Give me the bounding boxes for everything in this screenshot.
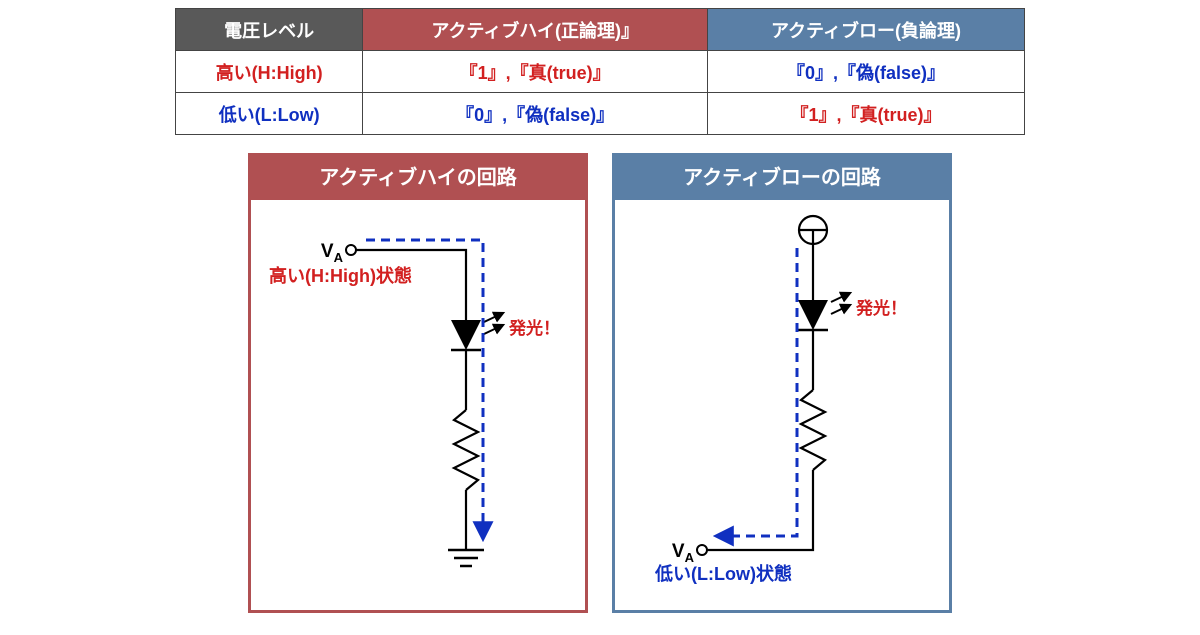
cell-level: 高い(H:High): [176, 51, 363, 93]
va-label: VA: [321, 241, 344, 265]
th-active-low: アクティブロー(負論理): [707, 9, 1024, 51]
table-row: 高い(H:High) 『1』,『真(true)』 『0』,『偽(false)』: [176, 51, 1025, 93]
terminal-va-icon: [346, 245, 356, 255]
va-label: VA: [672, 541, 695, 565]
state-label: 低い(L:Low)状態: [654, 563, 792, 584]
emit-label: 発光！: [855, 298, 907, 318]
terminal-va-icon: [697, 545, 707, 555]
panel-title: アクティブハイの回路: [251, 156, 585, 200]
table-row: 低い(L:Low) 『0』,『偽(false)』 『1』,『真(true)』: [176, 93, 1025, 135]
logic-truth-table: 電圧レベル アクティブハイ(正論理)』 アクティブロー(負論理) 高い(H:Hi…: [175, 8, 1025, 135]
ground-icon: [448, 550, 484, 566]
cell-active-high: 『0』,『偽(false)』: [363, 93, 708, 135]
current-flow-icon: [717, 248, 797, 536]
circuit-active-high: VA 高い(H:High)状態 発光！: [251, 200, 585, 610]
led-icon: [798, 293, 850, 330]
resistor-icon: [801, 390, 825, 470]
cell-active-high: 『1』,『真(true)』: [363, 51, 708, 93]
led-icon: [451, 313, 503, 350]
cell-active-low: 『0』,『偽(false)』: [707, 51, 1024, 93]
cell-level: 低い(L:Low): [176, 93, 363, 135]
panel-active-high: アクティブハイの回路 VA 高い(H:High)状態: [248, 153, 588, 613]
resistor-icon: [454, 410, 478, 490]
emit-label: 発光！: [508, 318, 560, 338]
panel-active-low: アクティブローの回路: [612, 153, 952, 613]
state-label: 高い(H:High)状態: [269, 265, 412, 286]
th-active-high: アクティブハイ(正論理)』: [363, 9, 708, 51]
circuit-active-low: 発光！ VA 低い(L:Low)状態: [615, 200, 949, 610]
th-level: 電圧レベル: [176, 9, 363, 51]
panel-title: アクティブローの回路: [615, 156, 949, 200]
cell-active-low: 『1』,『真(true)』: [707, 93, 1024, 135]
supply-icon: [799, 216, 827, 244]
